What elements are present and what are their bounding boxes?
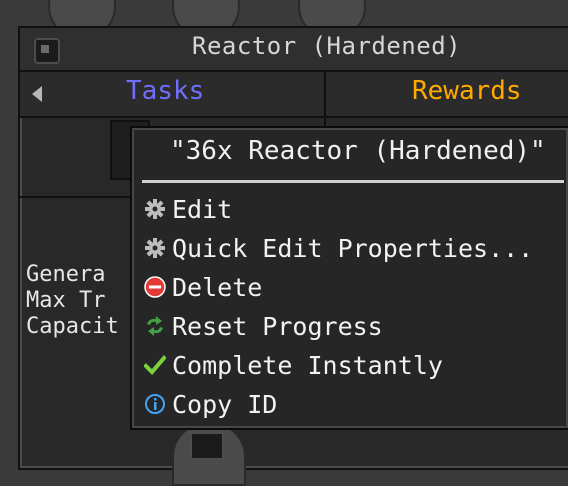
menu-item-complete-instantly[interactable]: Complete Instantly <box>144 348 564 382</box>
menu-item-label: Reset Progress <box>172 311 383 341</box>
info-icon <box>144 393 166 415</box>
tabs-row: Tasks Rewards <box>20 72 568 196</box>
reactor-icon <box>34 38 60 64</box>
tab-tasks[interactable]: Tasks <box>126 76 204 106</box>
section-divider <box>20 196 140 198</box>
quest-description: Genera Max Tr Capacit <box>26 262 119 340</box>
context-menu-separator <box>142 180 564 183</box>
back-arrow-icon[interactable] <box>32 86 42 102</box>
menu-item-label: Edit <box>172 194 233 224</box>
menu-item-label: Quick Edit Properties... <box>172 233 534 263</box>
gear-icon <box>144 198 166 220</box>
context-menu-title: "36x Reactor (Hardened)" <box>170 136 546 166</box>
description-line: Capacit <box>26 314 119 339</box>
menu-item-delete[interactable]: Delete <box>144 270 564 304</box>
menu-item-label: Copy ID <box>172 389 278 419</box>
check-icon <box>144 354 166 376</box>
gear-icon <box>144 237 166 259</box>
menu-item-label: Delete <box>172 272 263 302</box>
menu-item-copy-id[interactable]: Copy ID <box>144 387 564 421</box>
menu-item-reset-progress[interactable]: Reset Progress <box>144 309 564 343</box>
reset-icon <box>144 315 166 337</box>
delete-icon <box>144 276 166 298</box>
menu-item-label: Complete Instantly <box>172 350 443 380</box>
quest-titlebar: Reactor (Hardened) <box>20 28 568 72</box>
description-line: Max Tr <box>26 288 106 313</box>
context-menu: "36x Reactor (Hardened)" Edit Quick Edit… <box>130 126 568 430</box>
menu-item-edit[interactable]: Edit <box>144 192 564 226</box>
description-line: Genera <box>26 262 106 287</box>
bottom-node-icon <box>190 432 224 460</box>
menu-item-quick-edit[interactable]: Quick Edit Properties... <box>144 231 564 265</box>
tab-rewards[interactable]: Rewards <box>412 76 522 106</box>
quest-title: Reactor (Hardened) <box>192 32 462 60</box>
